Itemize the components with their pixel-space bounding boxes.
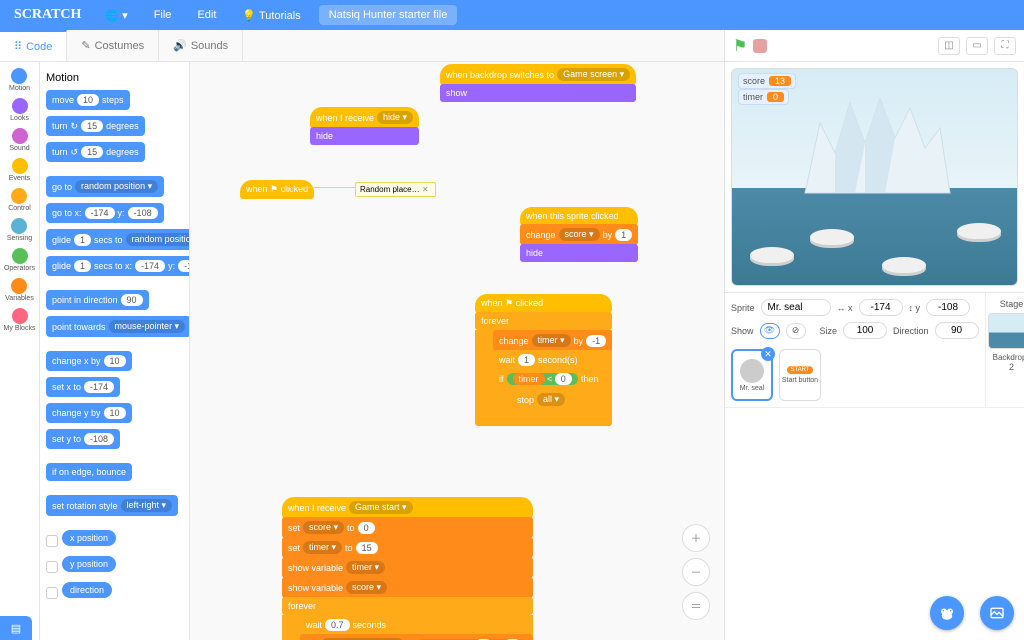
block-glide-xy[interactable]: glide1secs to x:-174y:-108 [46, 256, 190, 276]
block-goto-random[interactable]: go torandom position ▾ [46, 176, 164, 197]
block-turn-right[interactable]: turn ↻ 15degrees [46, 116, 145, 136]
fullscreen-button[interactable]: ⛶ [994, 37, 1016, 55]
ice-floe [810, 229, 854, 245]
block-glide-random[interactable]: glide1secs torandom position ▾ [46, 229, 190, 250]
category-variables[interactable]: Variables [5, 278, 34, 302]
sprite-card-mr-seal[interactable]: ✕ Mr. seal [731, 349, 773, 401]
iceberg-graphic [765, 93, 985, 213]
ice-floe [957, 223, 1001, 239]
start-badge-icon: START [787, 366, 812, 374]
blocks-palette[interactable]: Motion move10steps turn ↻ 15degrees turn… [40, 62, 190, 640]
sprite-info-panel: Sprite ↔ x ↕ y Show 👁 ⊘ Size Direction ✕ [725, 292, 1024, 407]
stack-backdrop-switch[interactable]: when backdrop switches toGame screen ▾ s… [440, 64, 636, 102]
sprite-name-input[interactable] [761, 299, 831, 316]
ice-floe [882, 257, 926, 273]
reporter-ypos[interactable]: y position [46, 556, 183, 578]
reporter-xpos[interactable]: x position [46, 530, 183, 552]
tab-code[interactable]: ⠿Code [0, 30, 67, 61]
add-sprite-button[interactable] [930, 596, 964, 630]
zoom-in-button[interactable]: ＋ [682, 524, 710, 552]
sprite-card-start-button[interactable]: START Start button [779, 349, 821, 401]
stage-selector[interactable]: Stage Backdrops 2 [985, 293, 1024, 407]
show-sprite-button[interactable]: 👁 [760, 323, 780, 339]
code-icon: ⠿ [14, 40, 22, 53]
sprite-size-input[interactable] [843, 322, 887, 339]
green-flag-button[interactable]: ⚑ [733, 36, 747, 56]
sprite-direction-input[interactable] [935, 322, 979, 339]
category-looks[interactable]: Looks [10, 98, 29, 122]
reporter-direction[interactable]: direction [46, 582, 183, 604]
category-control[interactable]: Control [8, 188, 31, 212]
block-set-y[interactable]: set y to-108 [46, 429, 120, 449]
project-title[interactable]: Natsiq Hunter starter file [319, 5, 458, 25]
stage-canvas[interactable]: score13 timer0 [731, 68, 1018, 286]
category-events[interactable]: Events [9, 158, 30, 182]
costumes-icon: ✎ [81, 39, 90, 52]
category-motion[interactable]: Motion [9, 68, 30, 92]
block-if-edge-bounce[interactable]: if on edge, bounce [46, 463, 132, 481]
block-rotation-style[interactable]: set rotation styleleft-right ▾ [46, 495, 178, 516]
block-goto-xy[interactable]: go to x:-174y:-108 [46, 203, 164, 223]
stack-timer-countdown[interactable]: when ⚑ clicked forever changetimer ▾by-1… [475, 294, 612, 426]
block-move-steps[interactable]: move10steps [46, 90, 130, 110]
delete-sprite-button[interactable]: ✕ [761, 347, 775, 361]
top-menubar: SCRATCH 🌐 ▾ File Edit 💡 Tutorials Natsiq… [0, 0, 1024, 30]
comment-random-place[interactable]: Random place… ✕ [355, 182, 436, 197]
hide-sprite-button[interactable]: ⊘ [786, 323, 806, 339]
block-change-y[interactable]: change y by10 [46, 403, 132, 423]
language-menu[interactable]: 🌐 ▾ [97, 5, 135, 26]
file-menu[interactable]: File [146, 5, 180, 25]
sprite-y-input[interactable] [926, 299, 970, 316]
sprite-x-input[interactable] [859, 299, 903, 316]
block-set-x[interactable]: set x to-174 [46, 377, 120, 397]
tab-sounds[interactable]: 🔊Sounds [159, 30, 243, 61]
stack-receive-hide[interactable]: when I receivehide ▾ hide [310, 107, 419, 145]
edit-menu[interactable]: Edit [189, 5, 224, 25]
category-operators[interactable]: Operators [4, 248, 35, 272]
monitor-score[interactable]: score13 [738, 73, 796, 89]
palette-header: Motion [46, 72, 183, 84]
block-turn-left[interactable]: turn ↺ 15degrees [46, 142, 145, 162]
zoom-controls: ＋ － ＝ [682, 524, 710, 620]
backpack-toggle[interactable]: ▤ [0, 616, 32, 640]
seal-icon [740, 359, 764, 383]
stack-green-flag-1[interactable]: when ⚑ clicked [240, 180, 314, 199]
stack-game-start[interactable]: when I receiveGame start ▾ setscore ▾to0… [282, 497, 533, 640]
tutorials-button[interactable]: 💡 Tutorials [234, 5, 308, 26]
small-stage-button[interactable]: ◫ [938, 37, 960, 55]
scratch-logo: SCRATCH [8, 5, 87, 25]
ice-floe [750, 247, 794, 263]
add-backdrop-button[interactable] [980, 596, 1014, 630]
category-my-blocks[interactable]: My Blocks [4, 308, 36, 332]
category-sensing[interactable]: Sensing [7, 218, 32, 242]
stack-sprite-clicked[interactable]: when this sprite clicked changescore ▾by… [520, 207, 638, 262]
zoom-reset-button[interactable]: ＝ [682, 592, 710, 620]
stage-thumbnail[interactable] [988, 313, 1024, 349]
block-change-x[interactable]: change x by10 [46, 351, 132, 371]
scripts-workspace[interactable]: when backdrop switches toGame screen ▾ s… [190, 62, 724, 640]
category-column: Motion Looks Sound Events Control Sensing Oper… [0, 62, 40, 640]
block-point-towards[interactable]: point towardsmouse-pointer ▾ [46, 316, 190, 337]
stage-header: ⚑ ◫ ▭ ⛶ [725, 30, 1024, 62]
stop-button[interactable] [753, 39, 767, 53]
globe-icon: 🌐 [105, 10, 119, 22]
zoom-out-button[interactable]: － [682, 558, 710, 586]
sounds-icon: 🔊 [173, 39, 187, 52]
large-stage-button[interactable]: ▭ [966, 37, 988, 55]
block-point-direction[interactable]: point in direction90 [46, 290, 149, 310]
editor-tabs: ⠿Code ✎Costumes 🔊Sounds [0, 30, 724, 62]
category-sound[interactable]: Sound [9, 128, 29, 152]
tab-costumes[interactable]: ✎Costumes [67, 30, 159, 61]
